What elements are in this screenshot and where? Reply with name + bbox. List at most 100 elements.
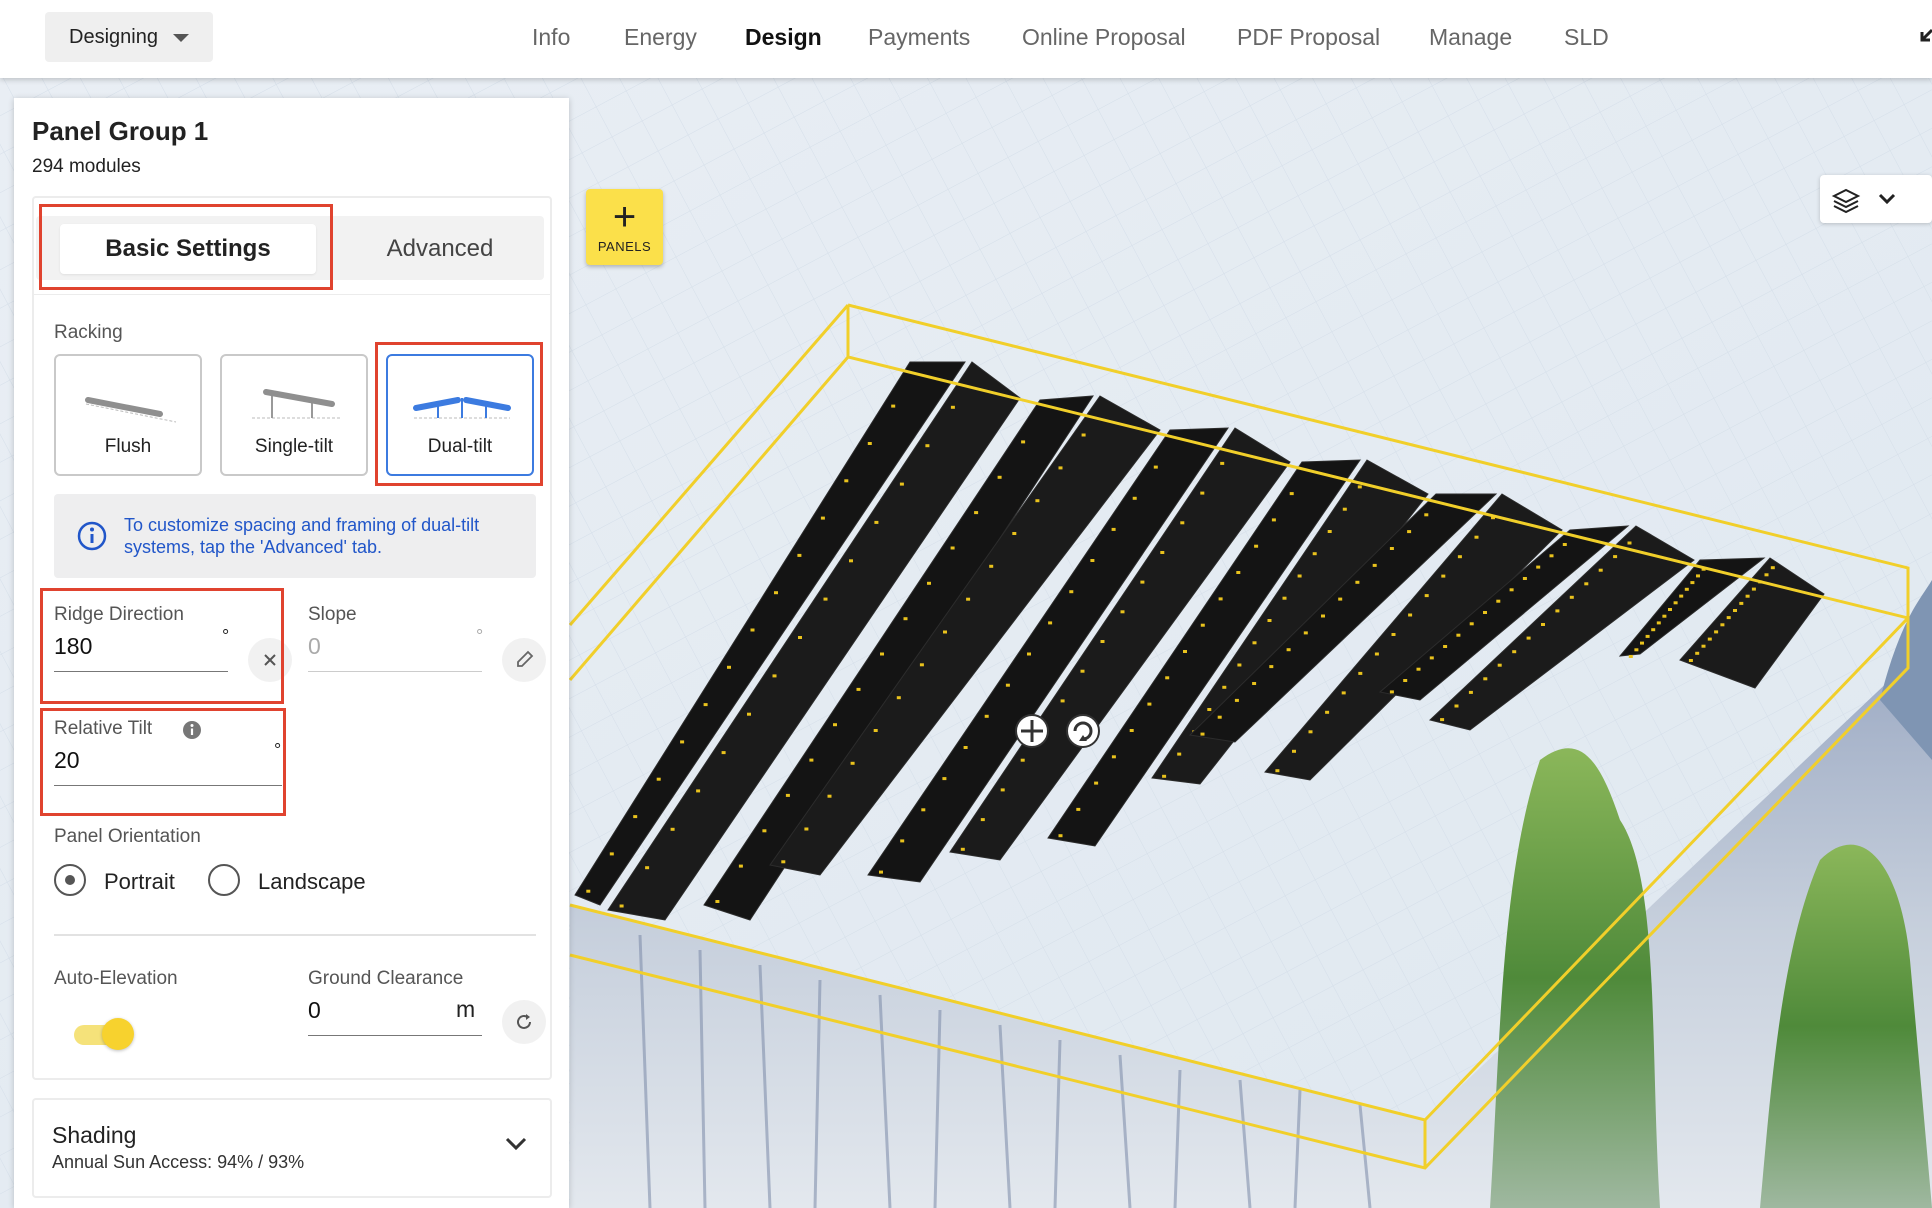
panel-orientation-marker xyxy=(1234,698,1239,702)
layers-icon xyxy=(1831,188,1861,214)
shading-section[interactable]: Shading Annual Sun Access: 94% / 93% xyxy=(32,1098,552,1198)
panel-orientation-marker xyxy=(1726,616,1731,620)
auto-elevation-label: Auto-Elevation xyxy=(54,968,178,989)
tab-advanced[interactable]: Advanced xyxy=(336,224,544,274)
racking-label: Racking xyxy=(54,322,123,343)
panel-orientation-marker xyxy=(1338,597,1343,601)
panel-orientation-marker xyxy=(1162,774,1167,778)
racking-flush-button[interactable]: Flush xyxy=(54,354,202,476)
racking-dual-tilt-button[interactable]: Dual-tilt xyxy=(386,354,534,476)
panel-orientation-marker xyxy=(1165,676,1170,680)
panel-orientation-marker xyxy=(1312,552,1317,556)
info-icon xyxy=(77,521,107,551)
panel-orientation-marker xyxy=(1389,690,1394,694)
relative-tilt-input[interactable]: 20 xyxy=(54,740,282,786)
panel-orientation-marker xyxy=(899,482,904,486)
panel-orientation-marker xyxy=(1522,577,1527,580)
panel-orientation-marker xyxy=(1407,530,1412,534)
panel-orientation-marker xyxy=(1720,623,1725,627)
panel-orientation-marker xyxy=(1598,568,1603,572)
panel-orientation-marker xyxy=(1100,640,1105,643)
panel-orientation-marker xyxy=(974,511,979,515)
ridge-direction-value: 180 xyxy=(54,633,93,659)
refresh-icon xyxy=(517,1014,531,1029)
nav-design[interactable]: Design xyxy=(745,0,822,74)
chevron-down-icon[interactable] xyxy=(504,1136,528,1152)
add-panels-button[interactable]: + PANELS xyxy=(586,189,663,265)
panel-orientation-marker xyxy=(1058,834,1063,838)
panel-orientation-marker xyxy=(1562,543,1567,546)
panel-group-sidebar: Panel Group 1 294 modules Basic Settings… xyxy=(14,98,569,1208)
help-info-icon[interactable] xyxy=(182,720,202,740)
panel-orientation-marker xyxy=(785,793,790,797)
chevron-down-icon xyxy=(1878,193,1896,205)
panel-orientation-marker xyxy=(1005,683,1010,687)
panel-orientation-marker xyxy=(1645,634,1650,638)
ridge-direction-input[interactable]: 180 xyxy=(54,626,228,672)
nav-energy[interactable]: Energy xyxy=(624,0,697,74)
panel-orientation-marker xyxy=(1237,663,1242,667)
racking-single-tilt-button[interactable]: Single-tilt xyxy=(220,354,368,476)
panel-orientation-marker xyxy=(1416,667,1421,671)
tab-basic-settings[interactable]: Basic Settings xyxy=(60,224,316,274)
panel-orientation-marker xyxy=(1180,521,1185,525)
divider xyxy=(34,294,550,295)
panel-orientation-marker xyxy=(1160,551,1165,554)
landscape-radio[interactable] xyxy=(208,864,240,896)
panel-orientation-marker xyxy=(1770,566,1775,570)
panel-orientation-marker xyxy=(1200,491,1205,495)
portrait-radio[interactable] xyxy=(54,864,86,896)
panel-orientation-marker xyxy=(1739,601,1744,605)
panel-orientation-marker xyxy=(1094,781,1099,785)
panel-orientation-marker xyxy=(1688,659,1693,662)
panel-orientation-marker xyxy=(879,870,883,874)
add-panels-label: PANELS xyxy=(597,239,652,254)
layers-dropdown[interactable] xyxy=(1820,175,1932,223)
auto-elevation-toggle[interactable] xyxy=(74,1016,134,1052)
panel-orientation-marker xyxy=(1222,685,1227,689)
racking-flush-label: Flush xyxy=(104,436,152,457)
panel-orientation-marker xyxy=(1200,623,1205,627)
panel-orientation-marker xyxy=(989,564,994,568)
edit-slope-button[interactable] xyxy=(502,638,546,682)
nav-pdf-proposal[interactable]: PDF Proposal xyxy=(1237,0,1380,74)
mode-dropdown-label: Designing xyxy=(69,25,158,48)
panel-orientation-marker xyxy=(1140,580,1145,584)
move-handle-icon[interactable] xyxy=(1015,714,1049,748)
panel-orientation-marker xyxy=(1634,648,1639,652)
plus-icon: + xyxy=(612,195,637,239)
panel-orientation-marker xyxy=(1424,513,1429,517)
panel-orientation-marker xyxy=(927,581,931,585)
panel-orientation-marker xyxy=(1267,619,1272,622)
panel-orientation-marker xyxy=(849,559,853,563)
panel-orientation-marker xyxy=(586,889,591,893)
panel-orientation-marker xyxy=(1357,485,1362,489)
panel-orientation-marker xyxy=(1292,749,1296,753)
panel-orientation-marker xyxy=(942,777,947,781)
clear-ridge-direction-button[interactable] xyxy=(248,638,292,682)
nav-sld[interactable]: SLD xyxy=(1564,0,1609,74)
rotate-handle-icon[interactable] xyxy=(1066,714,1100,748)
panel-orientation-marker xyxy=(1289,492,1294,496)
nav-online-proposal[interactable]: Online Proposal xyxy=(1022,0,1186,74)
panel-orientation-marker xyxy=(1389,547,1394,550)
panel-orientation-marker xyxy=(772,674,777,678)
panel-orientation-marker xyxy=(903,617,908,621)
panel-orientation-marker xyxy=(1269,665,1274,669)
panel-orientation-marker xyxy=(1627,541,1632,545)
panel-orientation-marker xyxy=(1673,601,1678,605)
mode-dropdown[interactable]: Designing xyxy=(45,12,213,62)
panel-orientation-marker xyxy=(1549,554,1554,558)
slope-input[interactable]: 0 xyxy=(308,626,482,672)
nav-manage[interactable]: Manage xyxy=(1429,0,1512,74)
reset-ground-clearance-button[interactable] xyxy=(502,1000,546,1044)
panel-orientation-marker xyxy=(1456,633,1461,637)
collapse-arrow-icon[interactable] xyxy=(1918,26,1932,48)
divider xyxy=(54,934,536,936)
nav-info[interactable]: Info xyxy=(532,0,570,74)
nav-payments[interactable]: Payments xyxy=(868,0,970,74)
slope-unit: ° xyxy=(476,626,484,646)
close-icon xyxy=(264,654,276,666)
annual-sun-access: Annual Sun Access: 94% / 93% xyxy=(52,1152,305,1172)
panel-orientation-marker xyxy=(950,405,955,409)
